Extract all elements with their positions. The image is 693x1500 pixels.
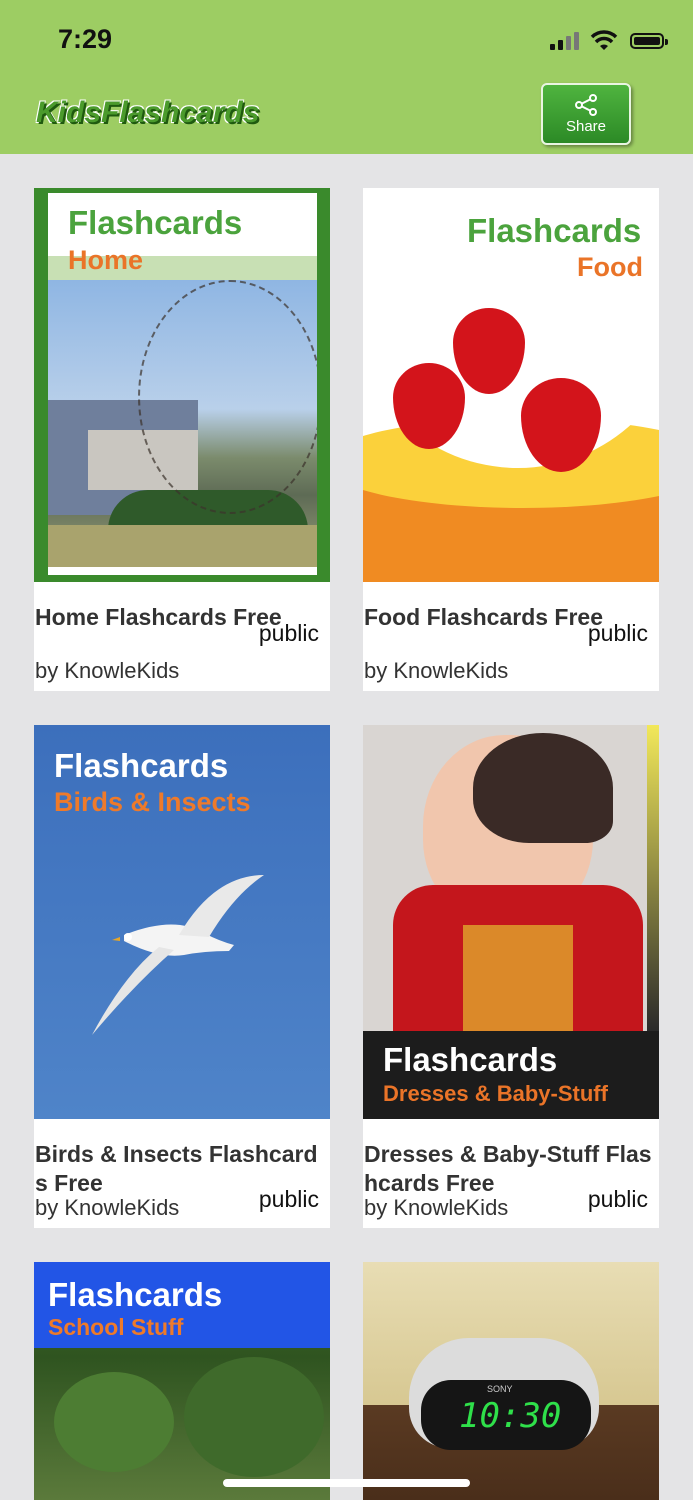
thumb-subtitle: School Stuff <box>48 1314 184 1340</box>
card-thumbnail: Flashcards Dresses & Baby-Stuff <box>363 725 659 1119</box>
clock-display: 10:30 <box>459 1396 562 1436</box>
card-clock[interactable]: SONY 10:30 <box>363 1262 659 1500</box>
card-thumbnail: Flashcards Home <box>34 188 330 582</box>
visibility-label: public <box>258 620 319 646</box>
thumb-title: Flashcards <box>467 212 642 249</box>
status-time: 7:29 <box>58 24 113 54</box>
wifi-icon <box>590 30 618 50</box>
clock-brand: SONY <box>487 1384 513 1394</box>
logo-part1: KidsF <box>36 96 120 129</box>
card-food[interactable]: Flashcards Food Food Flashcards Free pub… <box>363 188 659 691</box>
logo-part2: lashcards <box>119 96 260 129</box>
card-birds-insects[interactable]: Flashcards Birds & Insects Birds & Insec… <box>34 725 330 1228</box>
card-author: by KnowleKids <box>35 658 180 683</box>
thumb-subtitle: Food <box>577 252 643 282</box>
flashcard-grid: Flashcards Home Home Flashcards Free pub… <box>0 154 693 1500</box>
thumb-subtitle: Home <box>68 245 144 275</box>
card-thumbnail: Flashcards Food <box>363 188 659 582</box>
card-thumbnail: SONY 10:30 <box>363 1262 659 1500</box>
battery-icon <box>630 33 668 49</box>
share-button[interactable]: Share <box>541 83 631 145</box>
share-icon <box>575 94 597 116</box>
share-label: Share <box>565 118 607 135</box>
visibility-label: public <box>258 1186 319 1212</box>
thumb-title: Flashcards <box>48 1276 223 1313</box>
thumb-title: Flashcards <box>54 747 229 784</box>
card-author: by KnowleKids <box>35 1195 180 1220</box>
thumb-title: Flashcards <box>383 1041 558 1078</box>
home-indicator <box>223 1479 470 1487</box>
card-author: by KnowleKids <box>364 1195 509 1220</box>
card-school-stuff[interactable]: Flashcards School Stuff <box>34 1262 330 1500</box>
thumb-subtitle: Birds & Insects <box>54 787 251 817</box>
app-header: 7:29 KidsFlashcards Share <box>0 0 693 154</box>
visibility-label: public <box>587 620 648 646</box>
app-logo: KidsFlashcards <box>36 96 259 130</box>
card-thumbnail: Flashcards Birds & Insects <box>34 725 330 1119</box>
card-home[interactable]: Flashcards Home Home Flashcards Free pub… <box>34 188 330 691</box>
status-icons <box>550 30 668 56</box>
thumb-title: Flashcards <box>68 204 243 241</box>
visibility-label: public <box>587 1186 648 1212</box>
gull-illustration <box>92 875 264 1035</box>
card-author: by KnowleKids <box>364 658 509 683</box>
thumb-subtitle: Dresses & Baby-Stuff <box>383 1081 608 1106</box>
card-thumbnail: Flashcards School Stuff <box>34 1262 330 1500</box>
house-photo <box>48 280 317 567</box>
card-dresses-baby-stuff[interactable]: Flashcards Dresses & Baby-Stuff Dresses … <box>363 725 659 1228</box>
